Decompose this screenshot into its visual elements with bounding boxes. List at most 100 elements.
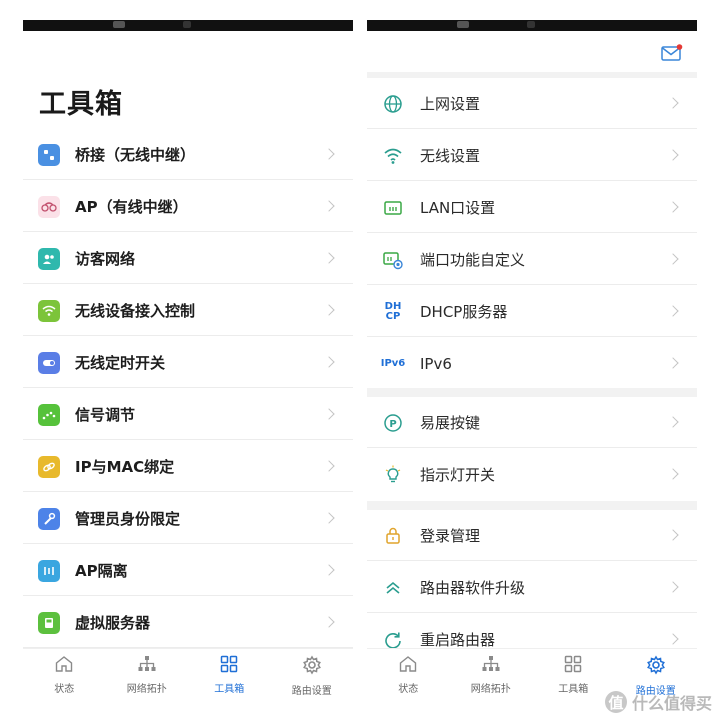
icon-text: DH CP xyxy=(384,300,402,322)
settings-item[interactable]: LAN口设置 xyxy=(367,182,697,233)
settings-item[interactable]: 登录管理 xyxy=(367,510,697,561)
row-divider xyxy=(23,439,353,440)
toolbox-screen: 工具箱 桥接（无线中继） AP（有线中继） 访客网络无线设备接入控制无线定时开关 信号… xyxy=(23,20,353,700)
tab-label: 路由设置 xyxy=(291,686,332,697)
row-divider xyxy=(23,335,353,336)
tab-item[interactable]: 状态 xyxy=(23,649,106,700)
tab-label: 状态 xyxy=(398,684,419,695)
row-divider xyxy=(367,447,697,448)
dhcp-icon: DH CP xyxy=(381,300,405,324)
toolbox-item[interactable]: AP（有线中继） xyxy=(23,181,353,232)
chevron-right-icon xyxy=(323,199,335,212)
tab-item[interactable]: 路由设置 xyxy=(271,649,354,700)
settings-item-label: LAN口设置 xyxy=(420,199,496,217)
grid-icon xyxy=(220,655,238,677)
settings-item[interactable]: 无线设置 xyxy=(367,130,697,181)
chevron-right-icon xyxy=(323,147,335,160)
server-icon xyxy=(38,611,60,634)
settings-item[interactable]: IPv6 IPv6 xyxy=(367,338,697,389)
settings-item[interactable]: 指示灯开关 xyxy=(367,449,697,500)
chevron-right-icon xyxy=(667,96,679,109)
toolbox-item[interactable]: 无线定时开关 xyxy=(23,337,353,388)
row-divider xyxy=(367,612,697,613)
toolbox-item[interactable]: 访客网络 xyxy=(23,233,353,284)
wifi-access-icon xyxy=(38,299,60,322)
chevron-right-icon xyxy=(323,355,335,368)
chevron-right-icon xyxy=(667,356,679,369)
status-bar xyxy=(23,20,353,31)
bulb-icon xyxy=(381,463,405,487)
bottom-tab-bar: 状态 网络拓扑 工具箱 路由设置 xyxy=(23,648,353,700)
watermark-text: 什么值得买 xyxy=(631,694,712,713)
easy-button-icon: P xyxy=(381,411,405,435)
settings-item-label: 端口功能自定义 xyxy=(420,251,526,269)
toolbox-item[interactable]: IP与MAC绑定 xyxy=(23,441,353,492)
svg-text:P: P xyxy=(389,419,396,430)
status-icon xyxy=(457,21,469,28)
lan-port-icon xyxy=(381,196,405,220)
signal-icon xyxy=(38,403,60,426)
tab-item[interactable]: 网络拓扑 xyxy=(450,649,533,700)
toolbox-item[interactable]: 虚拟服务器 xyxy=(23,597,353,648)
lock-icon xyxy=(381,524,405,548)
settings-item[interactable]: 路由器软件升级 xyxy=(367,562,697,613)
gear-icon xyxy=(302,655,322,679)
settings-item-label: 上网设置 xyxy=(420,95,481,113)
tab-item[interactable]: 状态 xyxy=(367,649,450,700)
wifi-icon xyxy=(381,144,405,168)
row-divider xyxy=(367,336,697,337)
ap-icon xyxy=(38,195,60,218)
timer-icon xyxy=(38,351,60,374)
watermark: 值 什么值得买 xyxy=(604,690,712,714)
globe-icon xyxy=(381,92,405,116)
bridge-icon xyxy=(38,143,60,166)
tab-item[interactable]: 工具箱 xyxy=(532,649,615,700)
tab-item[interactable]: 工具箱 xyxy=(188,649,271,700)
tab-label: 工具箱 xyxy=(558,684,589,695)
row-divider xyxy=(23,283,353,284)
section-divider xyxy=(367,388,697,397)
chevron-right-icon xyxy=(323,459,335,472)
chevron-right-icon xyxy=(323,303,335,316)
grid-icon xyxy=(564,655,582,677)
row-divider xyxy=(367,560,697,561)
gear-icon xyxy=(646,655,666,679)
settings-item-label: 无线设置 xyxy=(420,147,481,165)
toolbox-item-label: 信号调节 xyxy=(75,406,136,424)
settings-item[interactable]: DH CP DHCP服务器 xyxy=(367,286,697,337)
toolbox-item-label: 无线定时开关 xyxy=(75,354,166,372)
chevron-right-icon xyxy=(323,251,335,264)
toolbox-item[interactable]: 无线设备接入控制 xyxy=(23,285,353,336)
toolbox-item-label: AP（有线中继） xyxy=(75,198,188,216)
row-divider xyxy=(367,284,697,285)
toolbox-item-label: AP隔离 xyxy=(75,562,128,580)
isolate-icon xyxy=(38,559,60,582)
port-custom-icon xyxy=(381,248,405,272)
settings-item-label: 路由器软件升级 xyxy=(420,579,526,597)
settings-item-label: IPv6 xyxy=(420,354,452,373)
chevron-right-icon xyxy=(667,252,679,265)
router-settings-screen: 上网设置 无线设置 LAN口设置 端口功能自定义 DH CP DHCP服务器 IPv6 IPv… xyxy=(367,20,697,700)
settings-item[interactable]: 端口功能自定义 xyxy=(367,234,697,285)
toolbox-item-label: 桥接（无线中继） xyxy=(75,146,196,164)
row-divider xyxy=(367,180,697,181)
chevron-right-icon xyxy=(667,580,679,593)
toolbox-item-label: IP与MAC绑定 xyxy=(75,458,175,476)
settings-item[interactable]: P 易展按键 xyxy=(367,397,697,448)
toolbox-item[interactable]: 桥接（无线中继） xyxy=(23,129,353,180)
home-icon xyxy=(54,655,74,677)
toolbox-item[interactable]: 管理员身份限定 xyxy=(23,493,353,544)
mail-icon[interactable] xyxy=(661,44,683,66)
row-divider xyxy=(23,491,353,492)
row-divider xyxy=(23,595,353,596)
chevron-right-icon xyxy=(323,511,335,524)
toolbox-item[interactable]: 信号调节 xyxy=(23,389,353,440)
topology-icon xyxy=(481,655,501,677)
settings-item-label: 指示灯开关 xyxy=(420,466,496,484)
row-divider xyxy=(23,387,353,388)
tab-label: 网络拓扑 xyxy=(126,684,167,695)
settings-item[interactable]: 上网设置 xyxy=(367,78,697,129)
toolbox-item-label: 访客网络 xyxy=(75,250,136,268)
toolbox-item[interactable]: AP隔离 xyxy=(23,545,353,596)
tab-item[interactable]: 网络拓扑 xyxy=(106,649,189,700)
